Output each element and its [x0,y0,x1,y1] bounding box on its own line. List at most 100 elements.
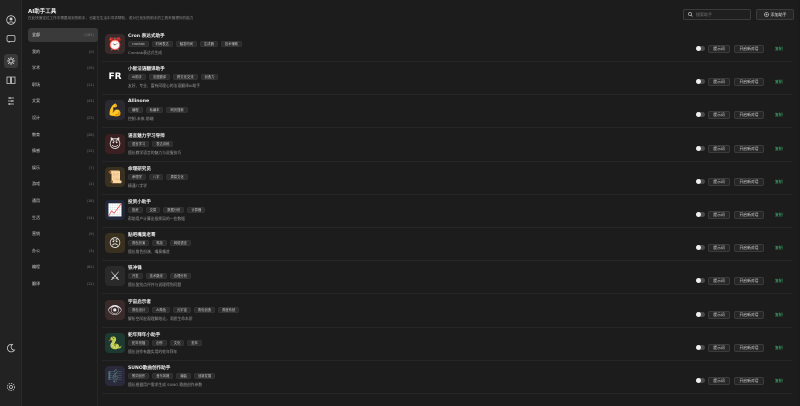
search-box[interactable] [683,9,751,20]
prompt-button[interactable]: 提示词 [708,177,730,186]
category-label: 情感 [32,148,40,154]
copy-link[interactable]: 复制 [775,179,783,185]
enable-toggle[interactable] [696,145,705,151]
assistant-tags: 歌词创作 音乐风格 编曲 创新发展 [128,373,216,379]
assistant-tag: 投资 [128,207,143,213]
enable-toggle[interactable] [696,79,705,85]
assistant-tag: 法语翻译 [148,74,171,81]
copy-link[interactable]: 复制 [775,278,783,284]
category-item[interactable]: 通用 (18) [28,194,98,208]
new-chat-button[interactable]: 开启新对话 [734,78,764,87]
prompt-button[interactable]: 提示词 [708,277,730,286]
assistant-description: Crontab表达式生成 [128,50,163,55]
category-item[interactable]: 游戏 (2) [28,177,98,191]
new-chat-button[interactable]: 开启新对话 [734,45,764,53]
enable-toggle[interactable] [696,278,705,284]
prompt-button[interactable]: 提示词 [708,78,730,87]
category-item[interactable]: 全部 (185) [28,28,98,42]
copy-link[interactable]: 复制 [775,312,783,318]
enable-toggle[interactable] [696,378,705,383]
user-icon[interactable] [4,13,18,27]
assistant-tag: 创新发展 [193,373,216,379]
category-item[interactable]: 翻译 (12) [28,277,98,291]
prompt-button[interactable]: 提示词 [708,144,730,153]
assistant-description: 帮助用户计算出指挥局的一些数据 [128,216,185,221]
prompt-button[interactable]: 提示词 [708,211,730,219]
enable-toggle[interactable] [696,311,705,317]
enable-toggle[interactable] [696,212,705,217]
new-chat-button[interactable]: 开启新对话 [734,310,764,319]
assistant-description: 擅长角色扮演、嘴臭嘴贫 [128,249,170,255]
prompt-button[interactable]: 提示词 [708,111,730,120]
copy-link[interactable]: 复制 [775,245,783,251]
enable-toggle[interactable] [696,112,705,118]
chat-icon[interactable] [4,32,18,46]
assistant-name: 小智法语翻译助手 [128,67,165,73]
category-label: 文案 [32,98,40,104]
new-chat-button[interactable]: 开启新对话 [734,244,764,253]
gear-icon[interactable] [4,380,18,394]
category-label: 通用 [32,198,40,203]
assistant-tag: 数据分析 [163,207,185,213]
assistant-tag: 跨文化交流 [173,74,198,81]
copy-link[interactable]: 复制 [775,378,783,384]
prompt-button[interactable]: 提示词 [708,45,730,53]
enable-toggle[interactable] [696,46,705,51]
enable-toggle[interactable] [696,178,705,184]
prompt-button[interactable]: 提示词 [708,343,730,352]
assistant-icon[interactable] [4,54,18,68]
category-item[interactable]: 编程 (62) [28,260,98,274]
assistant-tag: crontab [128,41,149,47]
category-item[interactable]: 教育 (28) [28,128,98,142]
add-assistant-button[interactable]: 添加助手 [756,9,794,20]
settings-sliders-icon[interactable] [4,94,18,108]
moon-icon[interactable] [4,341,18,355]
new-chat-button[interactable]: 开启新对话 [734,277,764,286]
assistant-description: 擅长鉴别点评并与说理得到问题 [128,282,182,288]
category-count: (0) [88,49,94,54]
copy-link[interactable]: 复制 [775,112,783,118]
category-item[interactable]: 娱乐 (7) [28,161,98,175]
enable-toggle[interactable] [696,344,705,350]
assistant-tag: 蛇年 [187,339,202,346]
category-label: 职场 [32,81,40,87]
category-count: (19) [86,66,94,71]
category-item[interactable]: 生活 (14) [28,211,98,225]
assistant-tag: 开发 [128,273,143,280]
category-item[interactable]: 情感 (12) [28,144,98,158]
category-item[interactable]: 办公 (3) [28,244,98,258]
category-count: (43) [86,99,94,104]
assistant-tag: 蛇年祝福 [128,339,150,346]
assistant-name: 铁冲锋 [128,266,142,272]
search-input[interactable] [696,12,746,17]
copy-link[interactable]: 复制 [775,46,783,52]
copy-link[interactable]: 复制 [775,345,783,351]
prompt-button[interactable]: 提示词 [708,244,730,253]
assistant-tag: 八字 [148,173,164,180]
copy-link[interactable]: 复制 [775,212,783,218]
book-icon[interactable] [4,73,18,87]
assistant-tags: 开发 技术路线 合理分析 [128,273,191,280]
category-item[interactable]: 职场 (11) [28,78,98,92]
new-chat-button[interactable]: 开启新对话 [734,343,764,352]
copy-link[interactable]: 复制 [775,79,783,85]
category-item[interactable]: 设计 (23) [28,111,98,125]
new-chat-button[interactable]: 开启新对话 [734,111,764,120]
assistant-tag: 角色创造 [193,306,216,313]
category-item[interactable]: 文案 (43) [28,94,98,108]
new-chat-button[interactable]: 开启新对话 [734,377,764,385]
new-chat-button[interactable]: 开启新对话 [734,177,764,186]
copy-link[interactable]: 复制 [775,146,783,152]
assistant-tag: 网页搜索 [166,107,188,114]
category-count: (12) [86,149,94,154]
category-item[interactable]: 学术 (19) [28,61,98,75]
new-chat-button[interactable]: 开启新对话 [734,144,764,153]
assistant-tag: 技术辅助 [220,41,243,47]
prompt-button[interactable]: 提示词 [708,310,730,319]
enable-toggle[interactable] [696,245,705,251]
prompt-button[interactable]: 提示词 [708,377,730,385]
category-item[interactable]: 营销 (9) [28,227,98,241]
category-item[interactable]: 我的 (0) [28,45,98,59]
new-chat-button[interactable]: 开启新对话 [734,211,764,219]
assistant-tag: AI助手 [128,74,146,81]
